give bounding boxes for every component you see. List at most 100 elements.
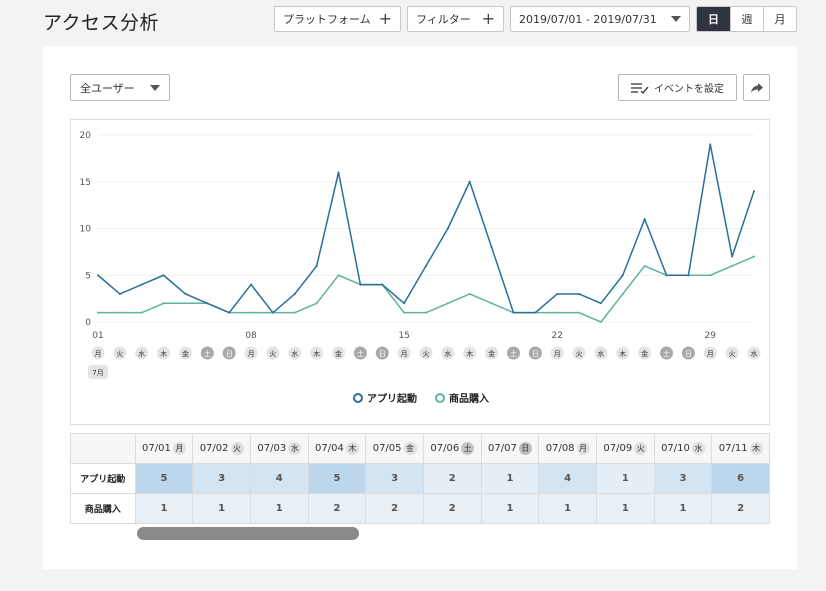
weekday-label: 金 xyxy=(182,349,189,358)
data-point xyxy=(140,283,143,286)
data-point xyxy=(140,311,143,314)
data-point xyxy=(206,302,209,305)
user-segment-label: 全ユーザー xyxy=(80,81,135,95)
data-point xyxy=(162,302,165,305)
weekday-label: 水 xyxy=(751,349,758,358)
data-point xyxy=(446,302,449,305)
data-point xyxy=(468,292,471,295)
data-point xyxy=(315,302,318,305)
filter-button[interactable]: フィルター + xyxy=(407,6,504,32)
plus-icon: + xyxy=(378,9,392,28)
month-label: 7月 xyxy=(92,369,103,377)
table-cell: 6 xyxy=(711,463,770,494)
legend-label: 商品購入 xyxy=(449,394,489,405)
date-label: 07/06 xyxy=(430,443,460,454)
table-cell: 1 xyxy=(595,463,655,494)
chart-svg: 0 5 10 15 20 01 08 15 22 29 月 火 水 木 金 土 日 月 火 水 木 金 土 日 月 火 水 木 金 土 日 月… xyxy=(80,131,761,379)
table-cell: 3 xyxy=(653,463,713,494)
data-point xyxy=(293,292,296,295)
weekday-badge: 日 xyxy=(518,442,532,455)
weekday-label: 日 xyxy=(379,350,386,358)
user-segment-select[interactable]: 全ユーザー xyxy=(70,74,170,101)
granularity-week-button[interactable]: 週 xyxy=(730,7,763,31)
data-point xyxy=(97,274,99,277)
weekday-label: 火 xyxy=(269,350,276,358)
data-point xyxy=(578,311,581,314)
data-point xyxy=(162,274,165,277)
table-cell: 2 xyxy=(422,493,482,524)
data-table: 07/01 月 07/02 火 07/03 水 07/04 木 07/05 金 07/06 土 07/0… xyxy=(70,433,770,524)
scrollbar-thumb[interactable] xyxy=(137,527,359,540)
date-label: 07/05 xyxy=(372,443,402,454)
data-point xyxy=(709,143,712,146)
row-label: 商品購入 xyxy=(70,493,136,524)
data-point xyxy=(599,321,602,323)
y-tick-label: 5 xyxy=(85,271,91,281)
weekday-badge: 金 xyxy=(403,442,417,455)
set-event-button[interactable]: イベントを設定 xyxy=(618,74,737,101)
horizontal-scrollbar[interactable] xyxy=(70,527,770,540)
x-tick-label: 22 xyxy=(551,331,562,341)
data-point xyxy=(118,311,121,314)
legend-dot-icon xyxy=(353,392,363,403)
set-event-label: イベントを設定 xyxy=(654,84,724,95)
table-cell: 1 xyxy=(595,493,655,524)
data-point xyxy=(293,311,296,314)
table-cell: 4 xyxy=(249,463,309,494)
date-label: 07/04 xyxy=(315,443,344,454)
granularity-month-button[interactable]: 月 xyxy=(763,7,796,31)
weekday-label: 金 xyxy=(488,349,495,358)
weekday-label: 水 xyxy=(597,349,604,358)
data-point xyxy=(271,311,274,314)
data-point xyxy=(578,292,581,295)
table-cell: 3 xyxy=(192,463,251,494)
data-point xyxy=(425,311,427,314)
granularity-day-button[interactable]: 日 xyxy=(697,7,730,31)
legend-item-purchase[interactable]: 商品購入 xyxy=(435,390,489,405)
weekday-label: 月 xyxy=(401,350,408,358)
date-label: 07/09 xyxy=(603,443,633,454)
table-cell: 5 xyxy=(307,463,367,494)
data-point xyxy=(643,264,646,267)
table-date-header: 07/09 火 xyxy=(595,433,655,464)
legend-label: アプリ起動 xyxy=(367,394,417,405)
data-point xyxy=(446,227,449,230)
weekday-badge: 月 xyxy=(172,442,186,455)
platform-button[interactable]: プラットフォーム + xyxy=(274,6,401,32)
data-point xyxy=(337,171,340,174)
line-chart: 0 5 10 15 20 01 08 15 22 29 月 火 水 木 金 土 日 月 火 水 木 金 土 日 月 火 水 木 金 土 日 月… xyxy=(70,119,770,425)
date-label: 07/01 xyxy=(142,443,171,454)
date-range-dropdown[interactable]: 2019/07/01 - 2019/07/31 xyxy=(510,6,690,32)
share-arrow-icon xyxy=(750,82,763,93)
table-date-header: 07/03 水 xyxy=(249,433,309,464)
data-point xyxy=(709,274,712,277)
date-label: 07/11 xyxy=(718,443,748,454)
weekday-label: 金 xyxy=(335,349,342,358)
table-cell: 3 xyxy=(365,463,424,494)
weekday-badge: 月 xyxy=(576,442,590,455)
data-point xyxy=(468,180,471,183)
data-point xyxy=(731,255,734,258)
table-date-header: 07/07 日 xyxy=(480,433,540,464)
table-cell: 1 xyxy=(249,493,309,524)
chevron-down-icon xyxy=(671,16,681,22)
weekday-label: 木 xyxy=(466,349,473,358)
data-point xyxy=(556,311,559,314)
data-point xyxy=(599,302,602,305)
y-tick-label: 0 xyxy=(85,318,91,328)
data-point xyxy=(97,311,99,314)
table-date-header: 07/02 火 xyxy=(192,433,251,464)
weekday-badge: 水 xyxy=(691,442,705,455)
data-point xyxy=(534,311,537,314)
table-cell: 2 xyxy=(422,463,482,494)
table-cell: 1 xyxy=(480,493,540,524)
weekday-label: 水 xyxy=(444,349,451,358)
data-point xyxy=(315,264,318,267)
table-cell: 5 xyxy=(134,463,194,494)
share-button[interactable] xyxy=(743,74,770,101)
table-cell: 1 xyxy=(192,493,251,524)
data-point xyxy=(753,190,755,193)
weekday-label: 土 xyxy=(510,349,517,358)
granularity-toggle: 日 週 月 xyxy=(696,6,797,32)
legend-item-app-launch[interactable]: アプリ起動 xyxy=(353,390,417,405)
